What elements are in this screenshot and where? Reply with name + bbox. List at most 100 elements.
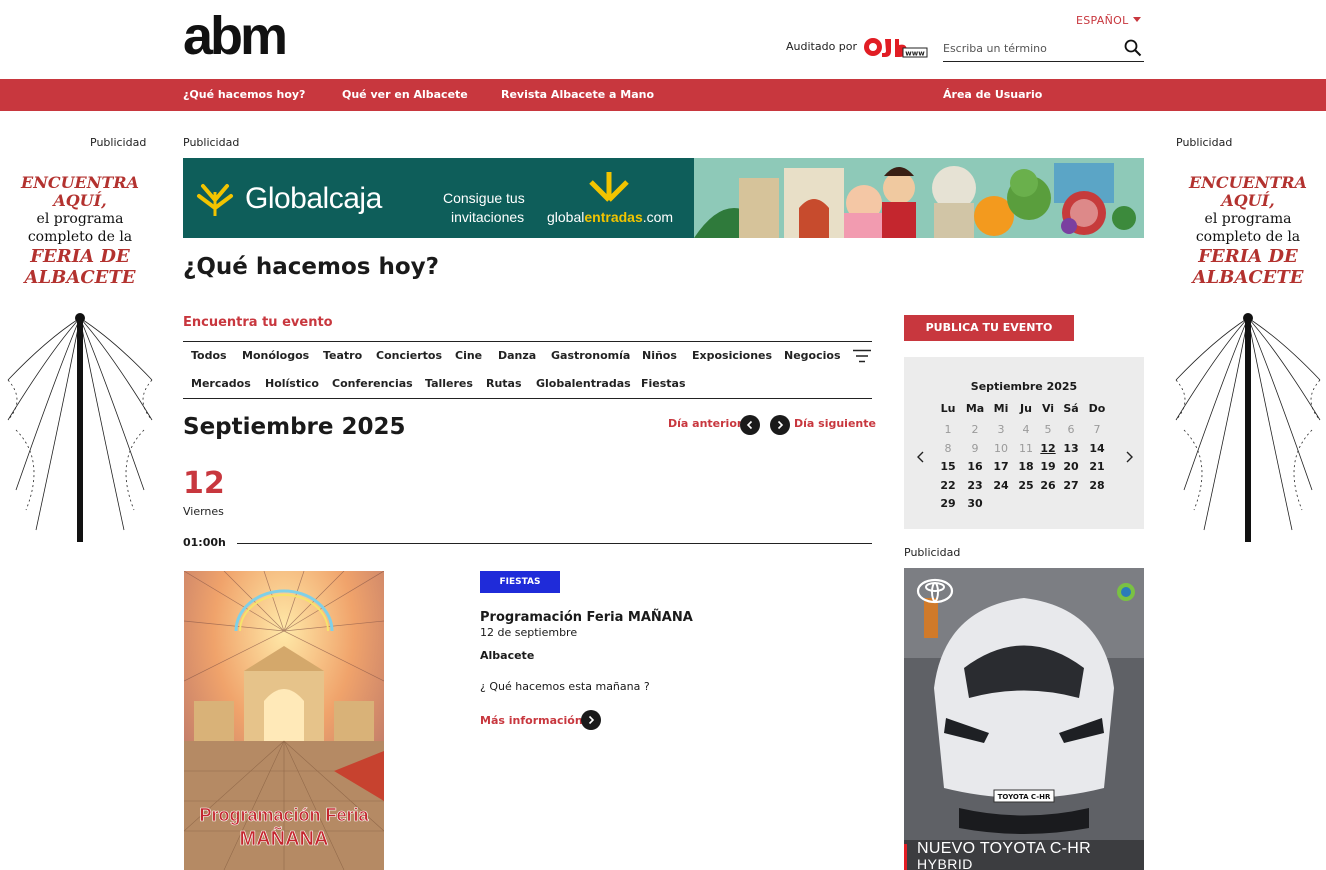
- calendar-day[interactable]: 24: [989, 479, 1013, 492]
- publish-event-button[interactable]: PUBLICA TU EVENTO: [904, 315, 1074, 341]
- ad-label-sidebar: Publicidad: [904, 546, 961, 559]
- calendar-day[interactable]: 19: [1036, 460, 1060, 473]
- calendar-prev-icon[interactable]: [916, 450, 926, 464]
- globalentradas-site: globalentradas.com: [547, 209, 673, 225]
- side-ad-line2: AQUÍ,: [53, 191, 107, 210]
- calendar-day[interactable]: 23: [963, 479, 987, 492]
- event-title[interactable]: Programación Feria MAÑANA: [480, 610, 693, 625]
- ad-label-left: Publicidad: [90, 136, 147, 149]
- site-logo[interactable]: abm: [183, 9, 288, 63]
- side-ad-line5: FERIA DE: [1198, 246, 1298, 267]
- calendar-day[interactable]: 30: [963, 497, 987, 510]
- calendar-day[interactable]: 29: [936, 497, 960, 510]
- calendar-day[interactable]: 17: [989, 460, 1013, 473]
- category-todos[interactable]: Todos: [191, 349, 227, 362]
- side-ad-line1: ENCUENTRA: [21, 173, 139, 192]
- toyota-ad-line2: HYBRID: [917, 856, 973, 870]
- search-box: [943, 37, 1144, 62]
- category-filter: Todos Monólogos Teatro Conciertos Cine D…: [183, 341, 872, 399]
- toyota-ad[interactable]: TOYOTA C-HR NUEVO TOYOTA C-HR HYBRID: [904, 568, 1144, 870]
- side-ad-line3: el programa: [36, 211, 124, 227]
- side-ad-line2: AQUÍ,: [1221, 191, 1275, 210]
- category-holistico[interactable]: Holístico: [265, 377, 319, 390]
- nav-item-revista[interactable]: Revista Albacete a Mano: [501, 79, 654, 110]
- caret-down-icon: [1132, 17, 1141, 22]
- category-negocios[interactable]: Negocios: [784, 349, 841, 362]
- search-input[interactable]: [943, 37, 1113, 60]
- category-monologos[interactable]: Monólogos: [242, 349, 309, 362]
- nav-item-que-ver[interactable]: Qué ver en Albacete: [342, 79, 468, 110]
- nav-item-que-hacemos-hoy[interactable]: ¿Qué hacemos hoy?: [183, 79, 305, 110]
- page-title: ¿Qué hacemos hoy?: [183, 254, 439, 280]
- main-nav: ¿Qué hacemos hoy? Qué ver en Albacete Re…: [0, 79, 1326, 111]
- calendar-day[interactable]: 26: [1036, 479, 1060, 492]
- month-title: Septiembre 2025: [183, 414, 406, 440]
- toyota-logo-icon: [916, 578, 954, 604]
- language-label: ESPAÑOL: [1076, 14, 1129, 27]
- category-danza[interactable]: Danza: [498, 349, 536, 362]
- search-icon[interactable]: [1124, 39, 1142, 57]
- category-exposiciones[interactable]: Exposiciones: [692, 349, 772, 362]
- category-globalentradas[interactable]: Globalentradas: [536, 377, 631, 390]
- event-time: 01:00h: [183, 536, 226, 549]
- more-info-link[interactable]: Más información: [480, 714, 583, 727]
- calendar-day[interactable]: 21: [1085, 460, 1109, 473]
- event-poster[interactable]: Programación Feria MAÑANA: [184, 571, 384, 870]
- category-conferencias[interactable]: Conferencias: [332, 377, 413, 390]
- category-fiestas[interactable]: Fiestas: [641, 377, 686, 390]
- calendar-day[interactable]: 28: [1085, 479, 1109, 492]
- category-teatro[interactable]: Teatro: [323, 349, 362, 362]
- day-number: 12: [183, 466, 225, 501]
- calendar-weekday: Sá: [1063, 402, 1079, 415]
- filter-menu-icon[interactable]: [853, 349, 871, 363]
- side-ad-right[interactable]: ENCUENTRA AQUÍ, el programa completo de …: [1174, 170, 1322, 542]
- calendar-weekday: Lu: [940, 402, 956, 415]
- calendar-day[interactable]: 14: [1085, 442, 1109, 455]
- chevron-left-icon: [746, 420, 753, 430]
- calendar-day[interactable]: 15: [936, 460, 960, 473]
- side-ad-line4: completo de la: [1195, 229, 1301, 245]
- calendar-day[interactable]: 25: [1014, 479, 1038, 492]
- calendar-day[interactable]: 18: [1014, 460, 1038, 473]
- side-ad-left[interactable]: ENCUENTRA AQUÍ, el programa completo de …: [6, 170, 154, 542]
- globalcaja-banner[interactable]: Globalcaja Consigue tus invitaciones glo…: [183, 158, 1144, 238]
- event-date: 12 de septiembre: [480, 626, 578, 639]
- nav-item-user-area[interactable]: Área de Usuario: [943, 79, 1042, 110]
- next-day-link[interactable]: Día siguiente: [794, 417, 876, 430]
- category-rutas[interactable]: Rutas: [486, 377, 522, 390]
- category-mercados[interactable]: Mercados: [191, 377, 251, 390]
- next-day-button[interactable]: [770, 415, 790, 435]
- calendar-day: 2: [971, 423, 979, 436]
- category-talleres[interactable]: Talleres: [425, 377, 473, 390]
- site-post: .com: [642, 209, 674, 225]
- toyota-plate-text: TOYOTA C-HR: [998, 793, 1051, 801]
- globalentradas-arrow-icon: [589, 172, 629, 202]
- chevron-right-icon: [777, 420, 784, 430]
- calendar-widget: Septiembre 2025 Lu Ma Mi Ju Vi Sá Do 1 2 3 4 5 6 7 8 9 1…: [904, 357, 1144, 529]
- event-category-badge[interactable]: FIESTAS: [480, 571, 560, 593]
- category-ninos[interactable]: Niños: [642, 349, 677, 362]
- calendar-day: 1: [944, 423, 952, 436]
- category-cine[interactable]: Cine: [455, 349, 482, 362]
- category-gastronomia[interactable]: Gastronomía: [551, 349, 630, 362]
- calendar-day: 3: [997, 423, 1005, 436]
- calendar-day[interactable]: 16: [963, 460, 987, 473]
- chevron-right-icon: [588, 715, 595, 725]
- prev-day-button[interactable]: [740, 415, 760, 435]
- calendar-day[interactable]: 27: [1059, 479, 1083, 492]
- event-description: ¿ Qué hacemos esta mañana ?: [480, 680, 650, 693]
- find-event-heading: Encuentra tu evento: [183, 315, 333, 330]
- calendar-day[interactable]: 22: [936, 479, 960, 492]
- calendar-day[interactable]: 12: [1036, 442, 1060, 455]
- language-selector[interactable]: ESPAÑOL: [1076, 14, 1141, 27]
- ojd-logo[interactable]: www: [863, 36, 929, 58]
- prev-day-link[interactable]: Día anterior: [668, 417, 742, 430]
- calendar-day[interactable]: 13: [1059, 442, 1083, 455]
- svg-text:www: www: [905, 50, 925, 58]
- calendar-day[interactable]: 20: [1059, 460, 1083, 473]
- site-pre: global: [547, 209, 585, 225]
- calendar-weekday: Ma: [965, 402, 985, 415]
- calendar-next-icon[interactable]: [1124, 450, 1134, 464]
- category-conciertos[interactable]: Conciertos: [376, 349, 442, 362]
- more-info-button[interactable]: [581, 710, 601, 730]
